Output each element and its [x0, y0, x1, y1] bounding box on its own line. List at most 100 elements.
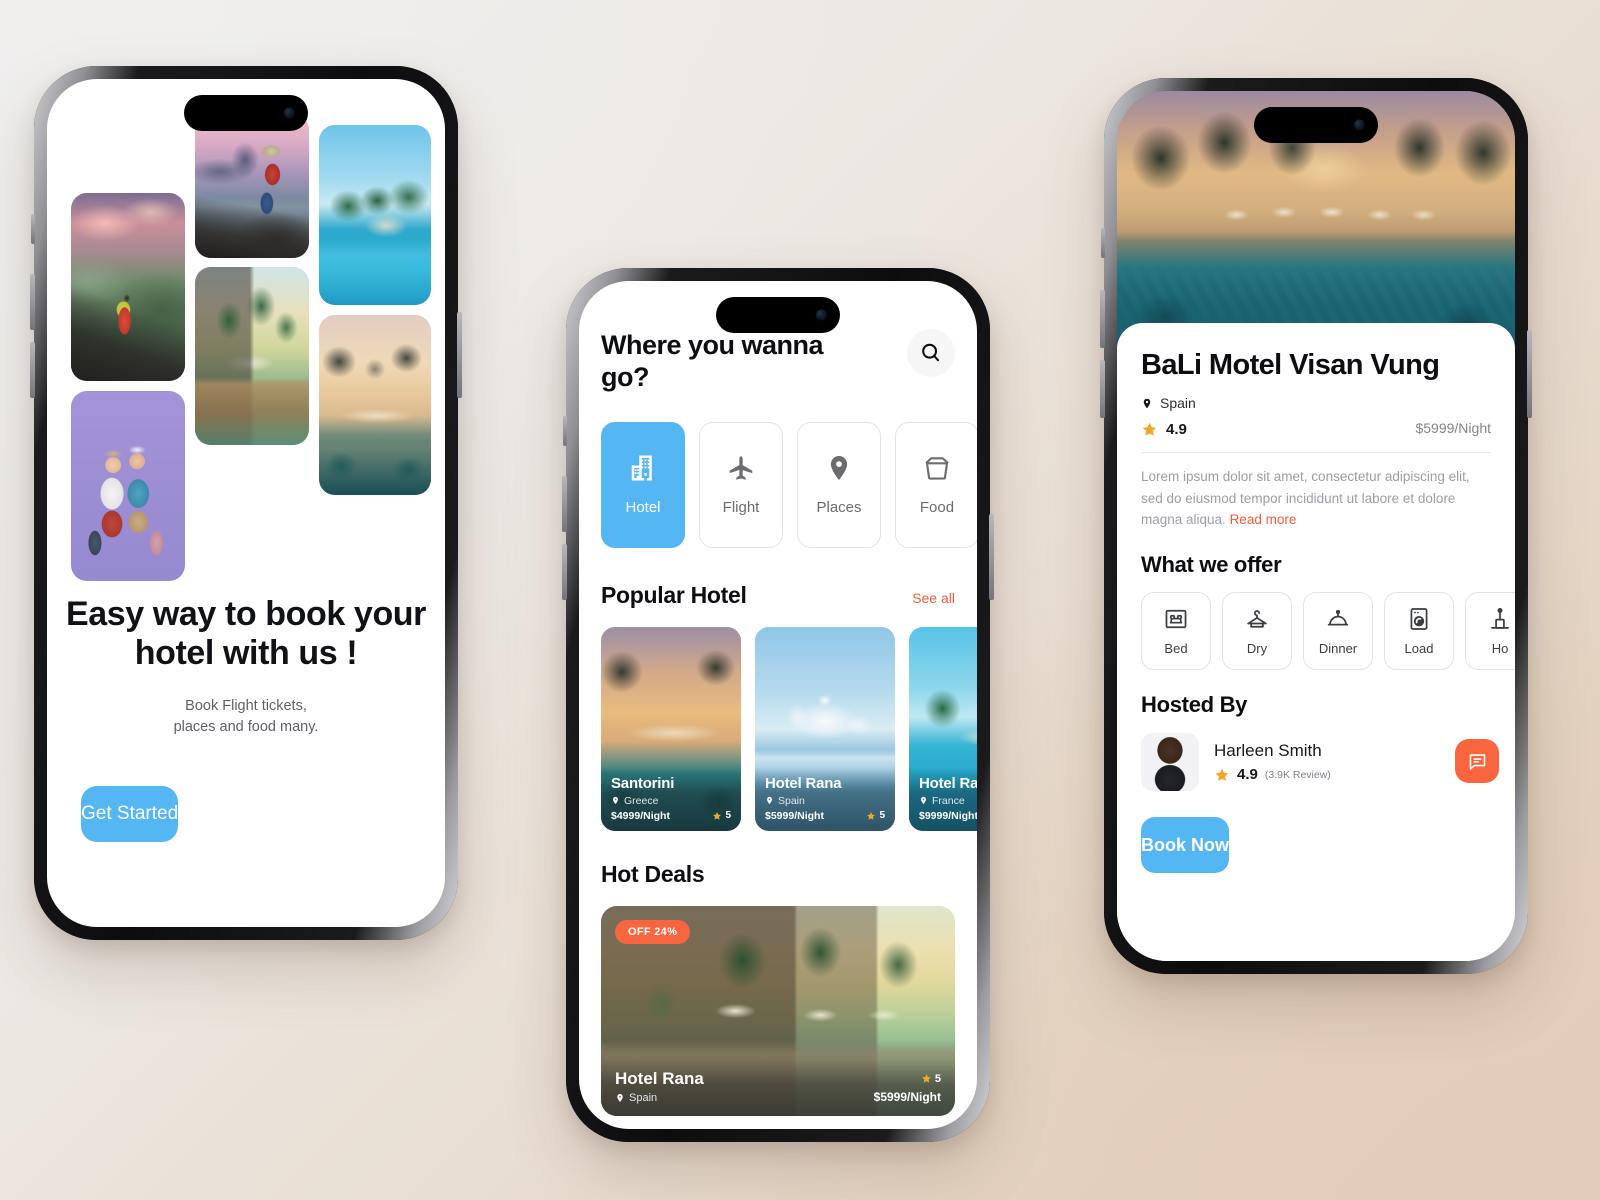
bed-icon [1163, 606, 1189, 632]
star-icon [866, 811, 876, 821]
category-places[interactable]: Places [797, 421, 881, 548]
hotel-card[interactable]: Hotel Rana France $9999/Night [909, 626, 977, 831]
discount-badge: OFF 24% [615, 919, 691, 944]
volume-down-button[interactable] [562, 544, 567, 600]
hotel-card-rating: 5 [725, 810, 731, 822]
silent-switch[interactable] [31, 214, 35, 244]
chat-icon [1467, 751, 1488, 772]
power-button[interactable] [989, 514, 994, 600]
hot-deal-card[interactable]: OFF 24% Hotel Rana Spain 5 $5999/Night [601, 905, 955, 1116]
offer-dinner[interactable]: Dinner [1303, 592, 1373, 671]
phone-home: Where you wanna go? Hotel Flight Places … [562, 268, 994, 1142]
power-button[interactable] [457, 312, 462, 398]
hotel-card-location: Greece [624, 794, 659, 807]
hotel-rating: 4.9 [1166, 420, 1187, 438]
dynamic-island [184, 95, 308, 131]
offer-bed-label: Bed [1164, 641, 1188, 657]
hotel-location: Spain [1160, 395, 1196, 412]
star-icon [712, 811, 722, 821]
cloche-icon [1325, 606, 1351, 632]
silent-switch[interactable] [1101, 228, 1105, 258]
hotel-card-rating: 5 [879, 810, 885, 822]
divider [1141, 452, 1491, 454]
onboarding-subtext-line2: places and food many. [173, 718, 319, 735]
category-places-label: Places [816, 499, 862, 517]
offer-bed[interactable]: Bed [1141, 592, 1211, 671]
host-name: Harleen Smith [1214, 741, 1322, 761]
hotel-card-name: Hotel Rana [765, 774, 842, 792]
offer-dry-label: Dry [1246, 641, 1268, 657]
read-more-link[interactable]: Read more [1230, 512, 1297, 527]
volume-up-button[interactable] [1100, 290, 1105, 348]
popular-hotel-title: Popular Hotel [601, 581, 747, 608]
onboarding-subtext: Book Flight tickets, places and food man… [47, 696, 445, 738]
offers-list: Bed Dry Dinner Load Ho [1141, 592, 1515, 671]
avatar [1141, 733, 1199, 792]
volume-up-button[interactable] [30, 274, 35, 330]
map-pin-icon [615, 1092, 625, 1104]
see-all-link[interactable]: See all [912, 590, 955, 606]
popular-hotel-list: Santorini Greece $4999/Night 5 Hotel Ran… [601, 626, 977, 831]
photo-hiker-mountain-sunrise [71, 193, 185, 381]
photo-resort-deck-loungers [195, 267, 309, 445]
hotel-card-location: Spain [778, 794, 805, 807]
photo-tropical-pool-palms [319, 125, 431, 305]
photo-traveler-sitting-on-rock [195, 114, 309, 258]
hanger-icon [1244, 606, 1270, 632]
dynamic-island [1254, 107, 1378, 143]
hotel-card-price: $4999/Night [611, 809, 670, 822]
detail-sheet: BaLi Motel Visan Vung Spain 4.9 $5999/Ni… [1117, 323, 1515, 961]
get-started-button[interactable]: Get Started [81, 785, 179, 842]
book-now-button[interactable]: Book Now [1141, 817, 1229, 874]
hot-deal-name: Hotel Rana [615, 1068, 704, 1088]
star-icon [1141, 421, 1158, 438]
hotel-card-price: $5999/Night [765, 809, 824, 822]
onboarding-headline: Easy way to book your hotel with us ! [65, 595, 427, 673]
washing-machine-icon [1406, 606, 1432, 632]
offers-title: What we offer [1141, 552, 1282, 578]
home-screen: Where you wanna go? Hotel Flight Places … [579, 281, 977, 1129]
hosted-by-title: Hosted By [1141, 692, 1248, 718]
offer-load[interactable]: Load [1384, 592, 1454, 671]
detail-screen: BaLi Motel Visan Vung Spain 4.9 $5999/Ni… [1117, 91, 1515, 961]
onboarding-subtext-line1: Book Flight tickets, [185, 697, 307, 714]
offer-hotel-service[interactable]: Ho [1465, 592, 1515, 671]
host-rating: 4.9 [1237, 766, 1258, 784]
hotel-price-unit: /Night [1454, 420, 1491, 437]
offer-hotel-service-label: Ho [1491, 641, 1509, 657]
photo-couple-with-suitcases [71, 391, 185, 581]
volume-up-button[interactable] [562, 476, 567, 532]
hotel-card[interactable]: Hotel Rana Spain $5999/Night 5 [755, 626, 895, 831]
map-pin-icon [765, 795, 774, 806]
category-flight[interactable]: Flight [699, 421, 783, 548]
hotel-card-name: Santorini [611, 774, 675, 792]
map-pin-icon [611, 795, 620, 806]
airplane-icon [726, 453, 756, 483]
search-button[interactable] [907, 329, 955, 377]
hotel-card-price: $9999/Night [919, 809, 977, 822]
hotel-card[interactable]: Santorini Greece $4999/Night 5 [601, 626, 741, 831]
chat-button[interactable] [1455, 739, 1499, 784]
category-hotel[interactable]: Hotel [601, 421, 685, 548]
hot-deal-location: Spain [629, 1091, 658, 1104]
search-icon [919, 341, 943, 365]
hotel-card-name: Hotel Rana [919, 774, 977, 792]
phone-onboarding: Easy way to book your hotel with us ! Bo… [30, 66, 462, 940]
power-button[interactable] [1527, 330, 1532, 418]
silent-switch[interactable] [563, 416, 567, 446]
category-food[interactable]: Food [895, 421, 977, 548]
volume-down-button[interactable] [1100, 360, 1105, 418]
building-icon [628, 453, 658, 483]
host-review-count: (3.9K Review) [1264, 768, 1331, 781]
offer-dry[interactable]: Dry [1222, 592, 1292, 671]
volume-down-button[interactable] [30, 342, 35, 398]
star-icon [1214, 767, 1230, 783]
hot-deals-title: Hot Deals [601, 860, 705, 887]
category-hotel-label: Hotel [625, 499, 661, 517]
hotel-service-icon [1487, 606, 1513, 632]
hot-deal-price: $5999/Night [873, 1089, 941, 1104]
photo-pool-sunset-umbrellas [319, 315, 431, 495]
host-row: Harleen Smith 4.9 (3.9K Review) [1141, 733, 1499, 792]
onboarding-screen: Easy way to book your hotel with us ! Bo… [47, 79, 445, 927]
map-pin-icon [824, 453, 854, 483]
